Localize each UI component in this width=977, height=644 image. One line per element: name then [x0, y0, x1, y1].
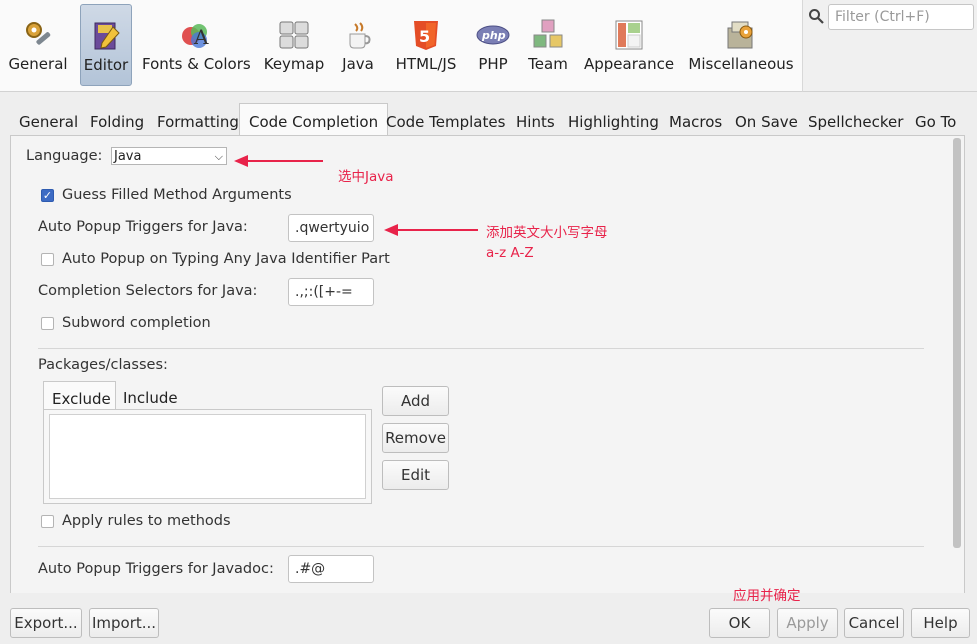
- tab-code-completion[interactable]: Code Completion: [239, 103, 389, 136]
- auto-popup-typing-checkbox[interactable]: [41, 253, 54, 266]
- completion-selectors-label: Completion Selectors for Java:: [38, 283, 258, 299]
- category-editor[interactable]: Editor: [80, 4, 132, 86]
- subword-label: Subword completion: [62, 315, 211, 331]
- category-fonts-colors-label: Fonts & Colors: [142, 55, 251, 73]
- export-button[interactable]: Export...: [10, 608, 82, 638]
- category-java[interactable]: Java: [336, 4, 380, 86]
- category-appearance[interactable]: Appearance: [584, 4, 674, 86]
- tab-general[interactable]: General: [19, 103, 78, 135]
- category-toolbar: General Editor A Fonts & Colors Keymap J…: [0, 0, 802, 92]
- category-fonts-colors[interactable]: A Fonts & Colors: [142, 4, 251, 86]
- category-java-label: Java: [342, 55, 374, 73]
- language-label: Language:: [26, 148, 103, 164]
- category-general[interactable]: General: [4, 4, 72, 86]
- help-button[interactable]: Help: [911, 608, 970, 638]
- tab-hints[interactable]: Hints: [516, 103, 555, 135]
- category-php-label: PHP: [478, 55, 508, 73]
- misc-folder-gear-icon: [727, 21, 753, 49]
- apply-button[interactable]: Apply: [777, 608, 838, 638]
- auto-popup-typing-label: Auto Popup on Typing Any Java Identifier…: [62, 251, 390, 267]
- team-cubes-icon: [533, 19, 563, 48]
- tab-go-to[interactable]: Go To: [915, 103, 956, 135]
- category-html-js[interactable]: 5 HTML/JS: [388, 4, 464, 86]
- packages-label: Packages/classes:: [38, 357, 168, 373]
- category-team-label: Team: [528, 55, 568, 73]
- guess-filled-checkbox[interactable]: ✓: [41, 189, 54, 202]
- import-button[interactable]: Import...: [89, 608, 159, 638]
- scrollbar-thumb[interactable]: [953, 138, 961, 548]
- tab-code-templates[interactable]: Code Templates: [386, 103, 505, 135]
- completion-selectors-input[interactable]: .,;:([+-=: [288, 278, 374, 306]
- edit-button[interactable]: Edit: [382, 460, 449, 490]
- cancel-button[interactable]: Cancel: [844, 608, 904, 638]
- tab-on-save[interactable]: On Save: [735, 103, 798, 135]
- remove-button[interactable]: Remove: [382, 423, 449, 453]
- category-general-label: General: [8, 55, 68, 73]
- tab-spellchecker[interactable]: Spellchecker: [808, 103, 903, 135]
- gear-wrench-icon: [26, 22, 51, 45]
- editor-book-icon: [94, 22, 120, 50]
- annotation-select-java: 选中Java: [338, 169, 394, 185]
- fonts-colors-icon: A: [182, 24, 209, 49]
- vertical-scrollbar[interactable]: [952, 138, 962, 586]
- chevron-down-icon: ⌵: [214, 150, 223, 163]
- tab-highlighting[interactable]: Highlighting: [568, 103, 659, 135]
- tab-folding[interactable]: Folding: [90, 103, 144, 135]
- svg-text:5: 5: [419, 27, 430, 46]
- packages-list-content[interactable]: [49, 414, 366, 499]
- apply-rules-label: Apply rules to methods: [62, 513, 231, 529]
- tab-formatting[interactable]: Formatting: [157, 103, 239, 135]
- language-select-value: Java: [114, 149, 142, 164]
- java-cup-icon: [349, 22, 371, 49]
- annotation-add-letters: 添加英文大小写字母: [486, 225, 608, 241]
- php-icon: php: [476, 25, 510, 45]
- packages-list: [43, 409, 372, 504]
- separator: [38, 546, 924, 547]
- separator: [38, 348, 924, 349]
- search-icon: [809, 9, 824, 24]
- category-php[interactable]: php PHP: [472, 4, 514, 86]
- category-keymap-label: Keymap: [263, 55, 325, 73]
- annotation-letter-range: a-z A-Z: [486, 245, 534, 261]
- auto-popup-triggers-input[interactable]: .qwertyuio: [288, 214, 374, 242]
- appearance-window-icon: [615, 20, 643, 50]
- ok-button[interactable]: OK: [709, 608, 770, 638]
- category-miscellaneous-label: Miscellaneous: [688, 55, 794, 73]
- svg-text:php: php: [481, 29, 506, 42]
- filter-input[interactable]: Filter (Ctrl+F): [828, 4, 974, 30]
- category-team[interactable]: Team: [524, 4, 572, 86]
- apply-rules-checkbox[interactable]: [41, 515, 54, 528]
- javadoc-triggers-label: Auto Popup Triggers for Javadoc:: [38, 561, 274, 577]
- add-button[interactable]: Add: [382, 386, 449, 416]
- auto-popup-triggers-label: Auto Popup Triggers for Java:: [38, 219, 248, 235]
- svg-text:A: A: [193, 25, 209, 49]
- subword-checkbox[interactable]: [41, 317, 54, 330]
- category-miscellaneous[interactable]: Miscellaneous: [688, 4, 794, 86]
- tab-macros[interactable]: Macros: [669, 103, 722, 135]
- html5-icon: 5: [414, 21, 438, 50]
- keyboard-icon: [279, 21, 309, 49]
- javadoc-triggers-input[interactable]: .#@: [288, 555, 374, 583]
- guess-filled-label: Guess Filled Method Arguments: [62, 187, 292, 203]
- annotation-apply-confirm: 应用并确定: [733, 588, 801, 604]
- category-keymap[interactable]: Keymap: [262, 4, 326, 86]
- category-html-js-label: HTML/JS: [395, 55, 457, 73]
- category-appearance-label: Appearance: [584, 55, 675, 73]
- category-editor-label: Editor: [83, 56, 129, 74]
- language-select[interactable]: Java ⌵: [111, 147, 227, 165]
